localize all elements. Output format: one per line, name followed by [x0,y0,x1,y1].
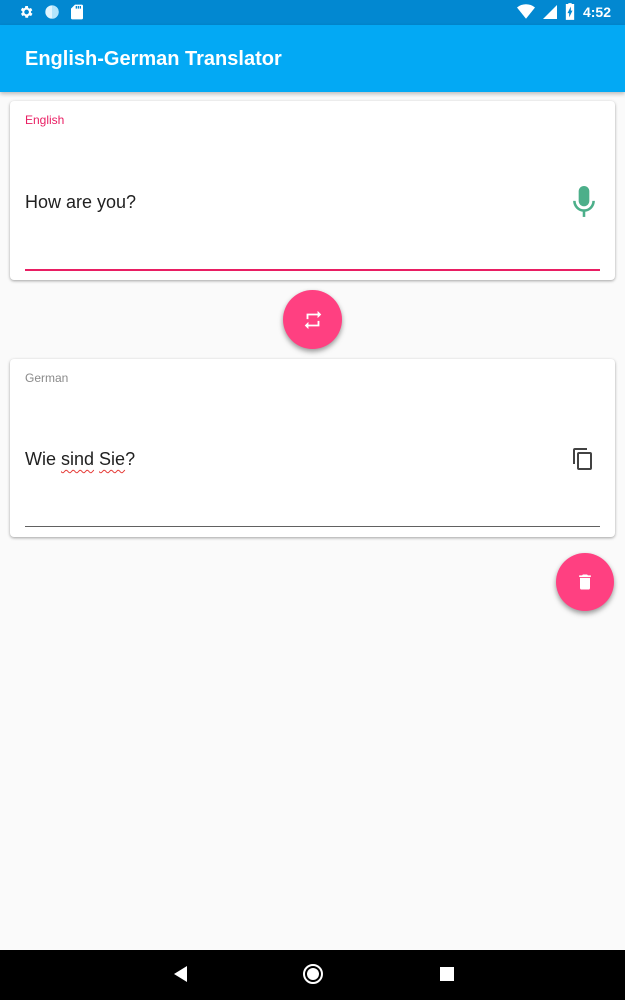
app-bar: English-German Translator [0,25,625,92]
target-output[interactable]: Wie sind Sie? [25,449,135,470]
source-card: English How are you? [10,101,615,280]
source-input-underline [25,269,600,271]
clear-button[interactable] [556,553,614,611]
status-time: 4:52 [582,3,611,20]
swap-arrows-icon [304,310,321,329]
target-word-misspelled: sind [61,449,95,469]
target-label: German [25,371,69,385]
copy-icon[interactable] [571,447,595,471]
microphone-icon[interactable] [571,186,597,218]
target-output-underline [25,526,600,527]
target-word: ? [125,449,136,469]
status-right-icons: 4:52 [516,3,611,20]
back-icon[interactable] [171,963,189,985]
trash-icon [579,574,591,590]
source-input[interactable]: How are you? [25,192,136,213]
gear-icon [20,6,33,18]
circle-icon [45,5,59,19]
target-card: German Wie sind Sie? [10,359,615,537]
wifi-icon [516,3,535,19]
target-word-misspelled: Sie [99,449,126,469]
home-icon[interactable] [302,963,324,985]
recents-icon[interactable] [439,963,455,985]
sd-card-icon [71,4,83,20]
status-left-icons [18,4,84,20]
source-label: English [25,113,65,127]
target-word: Wie [25,449,61,469]
battery-charging-icon [565,3,575,20]
navigation-bar [0,950,625,1000]
swap-languages-button[interactable] [283,290,342,349]
app-title: English-German Translator [25,48,282,70]
signal-icon [542,4,557,19]
status-bar: 4:52 [0,0,625,25]
